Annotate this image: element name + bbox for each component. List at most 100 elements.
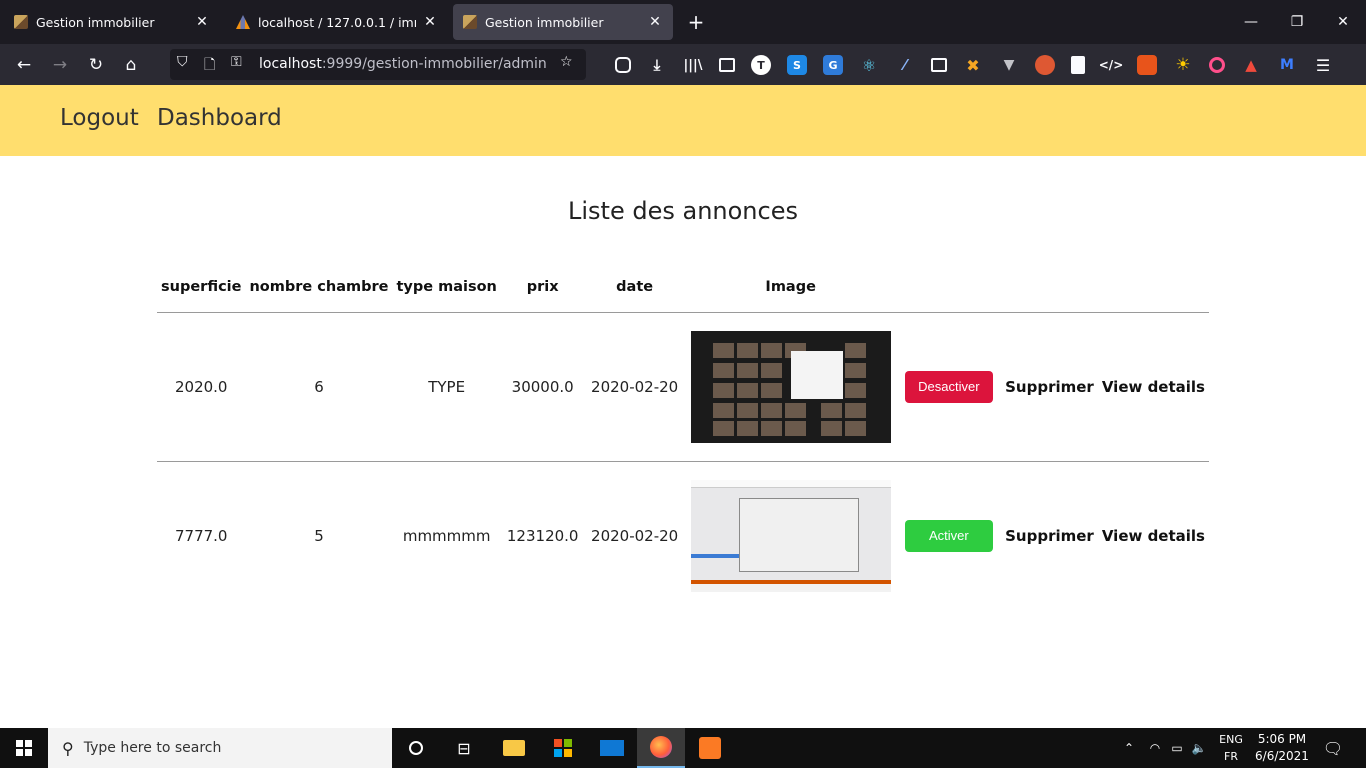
- download-icon[interactable]: ⤓: [647, 55, 667, 75]
- wifi-icon[interactable]: ◠: [1144, 728, 1166, 768]
- m-extension-icon[interactable]: M: [1277, 55, 1297, 75]
- house-favicon-icon: [14, 15, 28, 29]
- menu-icon[interactable]: ☰: [1313, 55, 1333, 75]
- s-extension-icon[interactable]: S: [787, 55, 807, 75]
- supprimer-link[interactable]: Supprimer: [1005, 527, 1094, 545]
- url-host: localhost: [259, 56, 322, 72]
- close-tab-icon[interactable]: ✕: [422, 14, 438, 30]
- lang-secondary: FR: [1224, 750, 1238, 763]
- cell-details: View details: [1098, 461, 1209, 610]
- firefox-icon[interactable]: [637, 728, 685, 768]
- cell-date: 2020-02-20: [591, 526, 679, 545]
- cortana-icon[interactable]: [392, 728, 440, 768]
- notifications-icon[interactable]: 🗨: [1318, 728, 1348, 768]
- tab-title: localhost / 127.0.0.1 / immobilier: [258, 14, 416, 30]
- annonce-thumbnail: [690, 479, 891, 592]
- cell-state: Activer: [897, 461, 1002, 610]
- off-extension-icon[interactable]: [1137, 55, 1157, 75]
- screenshot-icon[interactable]: [931, 58, 947, 72]
- cell-date: 2020-02-20: [591, 377, 679, 396]
- taskbar-search-box[interactable]: ⚲ Type here to search: [48, 728, 392, 768]
- site-navbar: Logout Dashboard: [0, 85, 1366, 156]
- back-button[interactable]: ←: [11, 52, 37, 78]
- minimize-window-button[interactable]: —: [1228, 0, 1274, 44]
- browser-toolbar: ← → ↻ ⌂ ⛉ 🗋 ⚿ localhost:9999/gestion-imm…: [0, 44, 1366, 85]
- vue-icon[interactable]: ▼: [999, 55, 1019, 75]
- house-favicon-icon: [463, 15, 477, 29]
- cell-image: [685, 461, 897, 610]
- table-header-row: superficie nombre chambre type maison pr…: [157, 262, 1209, 312]
- battery-icon[interactable]: ▭: [1166, 728, 1188, 768]
- logout-link[interactable]: Logout: [60, 105, 139, 131]
- color-icon[interactable]: [1209, 57, 1225, 73]
- reload-button[interactable]: ↻: [83, 52, 109, 78]
- sidebar-icon[interactable]: [719, 58, 735, 72]
- tray-chevron-icon[interactable]: ⌃: [1118, 728, 1140, 768]
- cell-chambres: 5: [314, 526, 324, 545]
- view-details-link[interactable]: View details: [1102, 378, 1205, 396]
- dashboard-link[interactable]: Dashboard: [157, 105, 282, 131]
- key-icon[interactable]: ⚿: [231, 54, 242, 70]
- header-prix: prix: [526, 278, 559, 295]
- header-empty: [897, 262, 1002, 312]
- url-text[interactable]: localhost:9999/gestion-immobilier/admin: [259, 56, 547, 72]
- tab-phpmyadmin[interactable]: localhost / 127.0.0.1 / immobilier ✕: [226, 4, 448, 40]
- file-explorer-icon[interactable]: [490, 728, 538, 768]
- search-icon: ⚲: [62, 738, 74, 758]
- bookmark-star-icon[interactable]: ☆: [560, 54, 573, 70]
- tab-gestion-immobilier-1[interactable]: Gestion immobilier ✕: [4, 4, 220, 40]
- supprimer-link[interactable]: Supprimer: [1005, 378, 1094, 396]
- cell-prix: 123120.0: [506, 526, 579, 545]
- task-view-icon[interactable]: ⊟: [440, 728, 488, 768]
- language-indicator[interactable]: ENG FR: [1214, 731, 1248, 765]
- cell-superficie: 7777.0: [174, 526, 228, 545]
- notes-icon[interactable]: [1071, 56, 1085, 74]
- page-info-icon[interactable]: 🗋: [204, 54, 215, 78]
- store-icon[interactable]: [539, 728, 587, 768]
- phpmyadmin-favicon-icon: [236, 15, 250, 29]
- browser-tab-bar: Gestion immobilier ✕ localhost / 127.0.0…: [0, 0, 1366, 44]
- cell-image: [685, 312, 897, 461]
- close-tab-icon[interactable]: ✕: [194, 14, 210, 30]
- close-tab-icon[interactable]: ✕: [647, 14, 663, 30]
- table-row: 7777.0 5 mmmmmm 123120.0 2020-02-20 Acti…: [157, 461, 1209, 610]
- pocket-icon[interactable]: [615, 57, 631, 73]
- t-extension-icon[interactable]: T: [751, 55, 771, 75]
- xampp-icon[interactable]: [686, 728, 734, 768]
- new-tab-button[interactable]: +: [684, 8, 708, 36]
- tab-title: Gestion immobilier: [36, 14, 155, 30]
- forward-button[interactable]: →: [47, 52, 73, 78]
- shield-icon[interactable]: ⛉: [177, 54, 188, 70]
- volume-icon[interactable]: 🔈: [1188, 728, 1210, 768]
- cell-state: Desactiver: [897, 312, 1002, 461]
- close-window-button[interactable]: ✕: [1320, 0, 1366, 44]
- library-icon[interactable]: |||\: [683, 55, 703, 75]
- cell-chambres: 6: [314, 377, 324, 396]
- duckduckgo-icon[interactable]: [1035, 55, 1055, 75]
- header-superficie: superficie: [161, 278, 242, 295]
- taskbar-clock[interactable]: 5:06 PM 6/6/2021: [1252, 731, 1312, 765]
- sun-icon[interactable]: ☀: [1173, 55, 1193, 75]
- mail-icon[interactable]: [588, 728, 636, 768]
- toolbar-extensions: ⤓ |||\ T S G ⚛ ⁄ ✖ ▼ </> ☀ ▲ M ☰: [606, 52, 1340, 78]
- xmark-extension-icon[interactable]: ✖: [963, 55, 983, 75]
- cell-type: mmmmmm: [402, 526, 491, 545]
- home-button[interactable]: ⌂: [118, 52, 144, 78]
- desactiver-button[interactable]: Desactiver: [904, 370, 993, 403]
- cell-delete: Supprimer: [1001, 312, 1098, 461]
- cell-superficie: 2020.0: [174, 377, 228, 396]
- code-icon[interactable]: </>: [1099, 55, 1124, 75]
- table-row: 2020.0 6 TYPE 30000.0 2020-02-20 Desacti…: [157, 312, 1209, 461]
- header-nombre-chambre: nombre chambre: [249, 278, 389, 295]
- activer-button[interactable]: Activer: [904, 519, 993, 552]
- cell-type: TYPE: [428, 377, 466, 396]
- view-details-link[interactable]: View details: [1102, 527, 1205, 545]
- rocket-icon[interactable]: ▲: [1241, 55, 1261, 75]
- react-icon[interactable]: ⚛: [859, 55, 879, 75]
- picker-icon[interactable]: ⁄: [895, 55, 915, 75]
- start-button[interactable]: [0, 728, 48, 768]
- url-bar[interactable]: ⛉ 🗋 ⚿ localhost:9999/gestion-immobilier/…: [170, 49, 586, 80]
- restore-window-button[interactable]: ❐: [1274, 0, 1320, 44]
- translate-icon[interactable]: G: [823, 55, 843, 75]
- tab-gestion-immobilier-active[interactable]: Gestion immobilier ✕: [453, 4, 673, 40]
